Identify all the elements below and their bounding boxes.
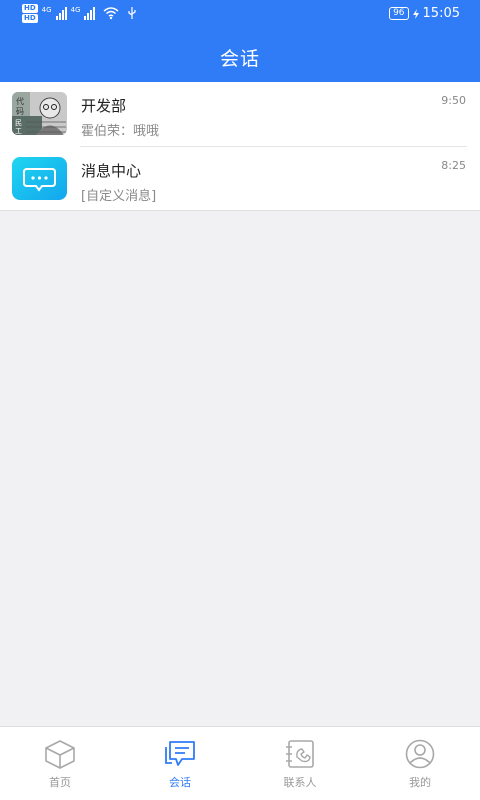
hd-badge: HD xyxy=(22,14,38,23)
charging-icon xyxy=(412,8,419,19)
tab-label: 首页 xyxy=(49,776,71,789)
svg-text:代: 代 xyxy=(16,96,24,106)
wifi-icon xyxy=(103,7,119,20)
network-type-label: 4G xyxy=(70,6,81,14)
list-bottom-divider xyxy=(0,210,480,211)
tab-profile[interactable]: 我的 xyxy=(360,727,480,800)
conversation-name: 消息中心 xyxy=(81,162,142,180)
hd-badge: HD xyxy=(22,4,38,13)
svg-text:码: 码 xyxy=(16,107,24,116)
profile-icon xyxy=(405,739,435,769)
tab-label: 联系人 xyxy=(283,776,317,789)
page-title: 会话 xyxy=(219,48,260,70)
conversation-list: 代 码 民 工 开发部 霍伯荣：哦哦 9:50 消息中心 [自定义消息] 8:2… xyxy=(0,82,480,211)
svg-text:民: 民 xyxy=(15,119,22,127)
conversation-time: 9:50 xyxy=(441,94,466,107)
conversation-item[interactable]: 代 码 民 工 开发部 霍伯荣：哦哦 9:50 xyxy=(0,82,480,146)
signal-icon xyxy=(55,6,67,20)
status-bar: HD HD 4G 4G 96 15:05 xyxy=(0,0,480,30)
conversation-preview: 霍伯荣：哦哦 xyxy=(81,124,160,139)
battery-icon: 96 xyxy=(389,7,409,20)
group-avatar-icon: 代 码 民 工 xyxy=(12,92,67,135)
status-time: 15:05 xyxy=(422,6,460,21)
tab-chat[interactable]: 会话 xyxy=(120,727,240,800)
usb-icon xyxy=(128,7,137,19)
hd-badges: HD HD xyxy=(22,4,38,23)
bottom-tab-bar: 首页 会话 联系人 我的 xyxy=(0,726,480,800)
status-signal-group: HD HD 4G 4G xyxy=(22,4,137,23)
tab-label: 我的 xyxy=(409,776,431,789)
contacts-book-icon xyxy=(286,740,314,768)
network-type-label: 4G xyxy=(41,6,52,14)
signal-icon xyxy=(84,6,96,20)
tab-home[interactable]: 首页 xyxy=(0,727,120,800)
app-header: HD HD 4G 4G 96 15:05 会话 xyxy=(0,0,480,82)
home-box-icon xyxy=(45,740,75,769)
status-right-group: 96 15:05 xyxy=(389,6,460,21)
chat-icon xyxy=(165,741,195,766)
tab-contacts[interactable]: 联系人 xyxy=(240,727,360,800)
conversation-time: 8:25 xyxy=(441,159,466,172)
conversation-name: 开发部 xyxy=(81,97,127,115)
svg-text:工: 工 xyxy=(15,127,22,135)
tab-label: 会话 xyxy=(169,776,191,789)
message-center-icon xyxy=(12,157,67,200)
conversation-preview: [自定义消息] xyxy=(81,189,157,204)
conversation-item[interactable]: 消息中心 [自定义消息] 8:25 xyxy=(0,147,480,211)
